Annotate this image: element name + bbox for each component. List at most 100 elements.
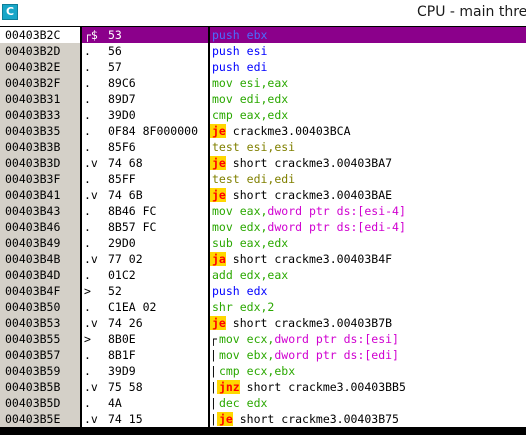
- disasm-row[interactable]: 00403B3D .v 74 68 je short crackme3.00403BA…: [0, 155, 526, 171]
- disasm-row[interactable]: 00403B31. 89D7 mov edi,edx: [0, 91, 526, 107]
- disassembly-cell[interactable]: je short crackme3.00403BAE: [210, 187, 526, 203]
- disasm-row[interactable]: 00403B33. 39D0 cmp eax,edx: [0, 107, 526, 123]
- address-cell[interactable]: 00403B2D: [0, 43, 80, 59]
- disasm-row[interactable]: 00403B55 >8B0E ┌ mov ecx,dword ptr ds:[esi…: [0, 331, 526, 347]
- disasm-row[interactable]: 00403B5B .v 75 58 | jnz short crackme3.0040…: [0, 379, 526, 395]
- disasm-row[interactable]: 00403B3F. 85FF test edi,edi: [0, 171, 526, 187]
- disassembly-cell[interactable]: je crackme3.00403BCA: [210, 123, 526, 139]
- address-cell[interactable]: 00403B2C: [0, 27, 80, 43]
- hex-dump-cell[interactable]: . 89C6: [82, 75, 208, 91]
- disassembly-cell[interactable]: | dec edx: [210, 395, 526, 411]
- address-cell[interactable]: 00403B57: [0, 347, 80, 363]
- address-cell[interactable]: 00403B31: [0, 91, 80, 107]
- address-cell[interactable]: 00403B5D: [0, 395, 80, 411]
- address-cell[interactable]: 00403B50: [0, 299, 80, 315]
- disasm-row[interactable]: 00403B5E .v 74 15 | je short crackme3.00403…: [0, 411, 526, 427]
- disassembly-cell[interactable]: push edx: [210, 283, 526, 299]
- disassembly-cell[interactable]: cmp eax,edx: [210, 107, 526, 123]
- disassembly-cell[interactable]: test edi,edi: [210, 171, 526, 187]
- disassembly-grid[interactable]: 00403B2C ┌$ 53 push ebx 00403B2D. 56 push esi 0…: [0, 26, 526, 435]
- hex-dump-cell[interactable]: .v 74 68: [82, 155, 208, 171]
- address-cell[interactable]: 00403B46: [0, 219, 80, 235]
- disassembly-cell[interactable]: mov esi,eax: [210, 75, 526, 91]
- disassembly-cell[interactable]: ┌ mov ecx,dword ptr ds:[esi]: [210, 331, 526, 347]
- disasm-row[interactable]: 00403B41 .v 74 6B je short crackme3.00403BA…: [0, 187, 526, 203]
- hex-dump-cell[interactable]: . 85FF: [82, 171, 208, 187]
- disassembly-cell[interactable]: push esi: [210, 43, 526, 59]
- hex-dump-cell[interactable]: . 29D0: [82, 235, 208, 251]
- disassembly-cell[interactable]: add edx,eax: [210, 267, 526, 283]
- disasm-row[interactable]: 00403B46. 8B57 FC mov edx,dword ptr ds:[ed…: [0, 219, 526, 235]
- disasm-row[interactable]: 00403B5D. 4A | dec edx: [0, 395, 526, 411]
- hex-dump-cell[interactable]: . 8B1F: [82, 347, 208, 363]
- hex-dump-cell[interactable]: . 89D7: [82, 91, 208, 107]
- address-cell[interactable]: 00403B4D: [0, 267, 80, 283]
- disasm-row[interactable]: 00403B2E. 57 push edi: [0, 59, 526, 75]
- address-cell[interactable]: 00403B2F: [0, 75, 80, 91]
- disassembly-cell[interactable]: push edi: [210, 59, 526, 75]
- disassembly-cell[interactable]: | cmp ecx,ebx: [210, 363, 526, 379]
- address-cell[interactable]: 00403B49: [0, 235, 80, 251]
- hex-dump-cell[interactable]: . 01C2: [82, 267, 208, 283]
- disasm-row[interactable]: 00403B2F. 89C6 mov esi,eax: [0, 75, 526, 91]
- disasm-row[interactable]: 00403B2C ┌$ 53 push ebx: [0, 27, 526, 43]
- disassembly-cell[interactable]: je short crackme3.00403B7B: [210, 315, 526, 331]
- disassembly-cell[interactable]: ja short crackme3.00403B4F: [210, 251, 526, 267]
- hex-dump-cell[interactable]: .v 75 58: [82, 379, 208, 395]
- address-cell[interactable]: 00403B3B: [0, 139, 80, 155]
- disassembly-cell[interactable]: shr edx,2: [210, 299, 526, 315]
- address-cell[interactable]: 00403B2E: [0, 59, 80, 75]
- disasm-row[interactable]: 00403B57. 8B1F | mov ebx,dword ptr ds:[edi…: [0, 347, 526, 363]
- hex-dump-cell[interactable]: ┌$ 53: [82, 27, 208, 43]
- address-cell[interactable]: 00403B41: [0, 187, 80, 203]
- disasm-row[interactable]: 00403B59. 39D9 | cmp ecx,ebx: [0, 363, 526, 379]
- hex-dump-cell[interactable]: . 8B57 FC: [82, 219, 208, 235]
- address-cell[interactable]: 00403B3F: [0, 171, 80, 187]
- disassembly-cell[interactable]: je short crackme3.00403BA7: [210, 155, 526, 171]
- disassembly-cell[interactable]: | jnz short crackme3.00403BB5: [210, 379, 526, 395]
- disassembly-cell[interactable]: push ebx: [210, 27, 526, 43]
- disasm-row[interactable]: 00403B49. 29D0 sub eax,edx: [0, 235, 526, 251]
- disasm-row[interactable]: 00403B50. C1EA 02 shr edx,2: [0, 299, 526, 315]
- hex-dump-cell[interactable]: . 4A: [82, 395, 208, 411]
- disassembly-cell[interactable]: test esi,esi: [210, 139, 526, 155]
- address-cell[interactable]: 00403B5E: [0, 411, 80, 427]
- disassembly-cell[interactable]: | je short crackme3.00403B75: [210, 411, 526, 427]
- hex-dump-cell[interactable]: .v 74 26: [82, 315, 208, 331]
- hex-dump-cell[interactable]: . 85F6: [82, 139, 208, 155]
- address-cell[interactable]: 00403B4B: [0, 251, 80, 267]
- disassembly-cell[interactable]: mov edi,edx: [210, 91, 526, 107]
- disassembly-cell[interactable]: mov edx,dword ptr ds:[edi-4]: [210, 219, 526, 235]
- disasm-row[interactable]: 00403B4B .v 77 02 ja short crackme3.00403B4…: [0, 251, 526, 267]
- hex-dump-cell[interactable]: .v 77 02: [82, 251, 208, 267]
- disassembly-cell[interactable]: mov eax,dword ptr ds:[esi-4]: [210, 203, 526, 219]
- disassembly-cell[interactable]: | mov ebx,dword ptr ds:[edi]: [210, 347, 526, 363]
- disasm-row[interactable]: 00403B43. 8B46 FC mov eax,dword ptr ds:[es…: [0, 203, 526, 219]
- hex-dump-cell[interactable]: . 8B46 FC: [82, 203, 208, 219]
- address-cell[interactable]: 00403B5B: [0, 379, 80, 395]
- address-cell[interactable]: 00403B3D: [0, 155, 80, 171]
- disasm-row[interactable]: 00403B35. 0F84 8F000000 je crackme3.00403B…: [0, 123, 526, 139]
- hex-dump-cell[interactable]: . 57: [82, 59, 208, 75]
- address-cell[interactable]: 00403B55: [0, 331, 80, 347]
- disasm-row[interactable]: 00403B3B. 85F6 test esi,esi: [0, 139, 526, 155]
- hex-dump-cell[interactable]: .v 74 15: [82, 411, 208, 427]
- address-cell[interactable]: 00403B43: [0, 203, 80, 219]
- app-icon[interactable]: C: [2, 4, 18, 20]
- address-cell[interactable]: 00403B59: [0, 363, 80, 379]
- hex-dump-cell[interactable]: . C1EA 02: [82, 299, 208, 315]
- hex-dump-cell[interactable]: . 56: [82, 43, 208, 59]
- hex-dump-cell[interactable]: >8B0E: [82, 331, 208, 347]
- address-cell[interactable]: 00403B53: [0, 315, 80, 331]
- disasm-row[interactable]: 00403B53 .v 74 26 je short crackme3.00403B7…: [0, 315, 526, 331]
- address-cell[interactable]: 00403B35: [0, 123, 80, 139]
- disasm-row[interactable]: 00403B4F >52 push edx: [0, 283, 526, 299]
- hex-dump-cell[interactable]: .v 74 6B: [82, 187, 208, 203]
- hex-dump-cell[interactable]: >52: [82, 283, 208, 299]
- address-cell[interactable]: 00403B4F: [0, 283, 80, 299]
- hex-dump-cell[interactable]: . 0F84 8F000000: [82, 123, 208, 139]
- disasm-row[interactable]: 00403B4D. 01C2 add edx,eax: [0, 267, 526, 283]
- address-cell[interactable]: 00403B33: [0, 107, 80, 123]
- disasm-row[interactable]: 00403B2D. 56 push esi: [0, 43, 526, 59]
- hex-dump-cell[interactable]: . 39D9: [82, 363, 208, 379]
